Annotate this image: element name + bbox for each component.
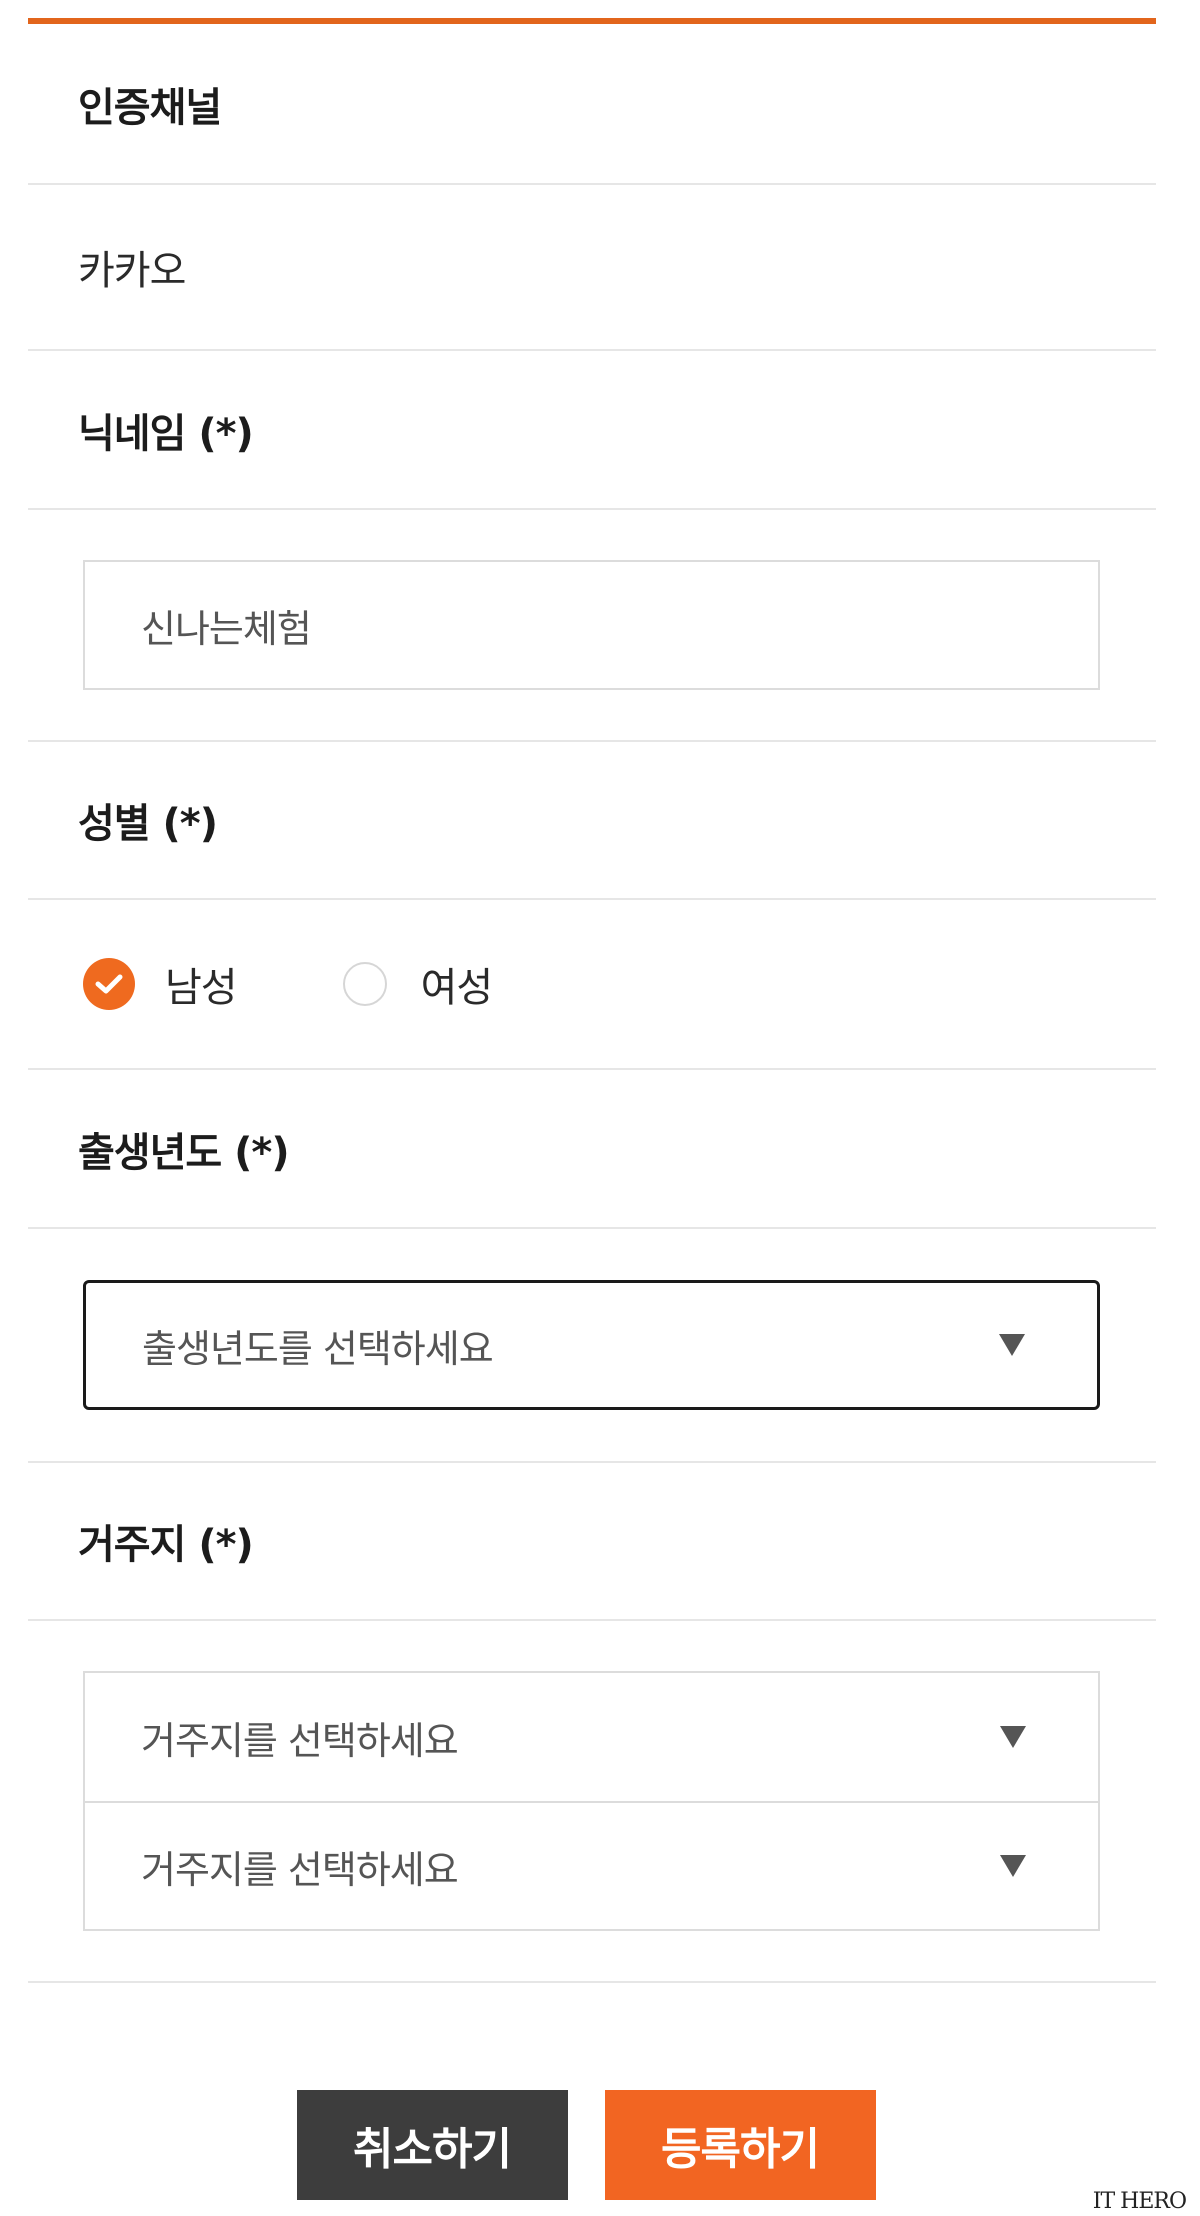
triangle-down-icon — [1000, 1726, 1026, 1748]
signup-form: 인증채널 카카오 닉네임 (*) 신나는체험 성별 (*) 남성 여성 출생년도… — [28, 18, 1156, 1983]
birth-year-select-row: 출생년도를 선택하세요 — [28, 1229, 1156, 1463]
birth-year-select[interactable]: 출생년도를 선택하세요 — [83, 1280, 1100, 1410]
nickname-label-row: 닉네임 (*) — [28, 351, 1156, 510]
gender-radio-group: 남성 여성 — [83, 955, 494, 1013]
gender-options-row: 남성 여성 — [28, 900, 1156, 1070]
gender-label: 성별 (*) — [78, 801, 218, 847]
residence-primary-placeholder: 거주지를 선택하세요 — [141, 1718, 459, 1763]
gender-label-female: 여성 — [420, 965, 494, 1011]
gender-radio-female[interactable]: 여성 — [342, 955, 494, 1013]
radio-empty-icon — [342, 962, 387, 1006]
nickname-input[interactable]: 신나는체험 — [83, 560, 1100, 690]
form-actions: 취소하기 등록하기 — [0, 2090, 1200, 2200]
residence-select-group: 거주지를 선택하세요 거주지를 선택하세요 — [83, 1671, 1100, 1931]
gender-label-row: 성별 (*) — [28, 742, 1156, 900]
triangle-down-icon — [999, 1334, 1025, 1356]
residence-label: 거주지 (*) — [78, 1522, 254, 1568]
auth-channel-label: 인증채널 — [78, 84, 222, 131]
residence-select-secondary[interactable]: 거주지를 선택하세요 — [85, 1801, 1098, 1929]
residence-label-row: 거주지 (*) — [28, 1463, 1156, 1621]
submit-button[interactable]: 등록하기 — [604, 2090, 876, 2200]
gender-radio-male[interactable]: 남성 — [83, 955, 238, 1013]
residence-select-row: 거주지를 선택하세요 거주지를 선택하세요 — [28, 1621, 1156, 1983]
gender-label-male: 남성 — [165, 965, 238, 1011]
nickname-input-value: 신나는체험 — [141, 606, 312, 651]
auth-channel-label-row: 인증채널 — [28, 24, 1156, 185]
nickname-input-row: 신나는체험 — [28, 510, 1156, 742]
nickname-label: 닉네임 (*) — [78, 410, 254, 457]
cancel-button[interactable]: 취소하기 — [296, 2090, 568, 2200]
birth-year-placeholder: 출생년도를 선택하세요 — [142, 1326, 494, 1371]
check-circle-icon — [83, 958, 135, 1010]
residence-select-primary[interactable]: 거주지를 선택하세요 — [85, 1673, 1098, 1801]
auth-channel-value-row: 카카오 — [28, 185, 1156, 351]
residence-secondary-placeholder: 거주지를 선택하세요 — [141, 1847, 459, 1892]
watermark: IT HERO — [1092, 2189, 1187, 2214]
triangle-down-icon — [1000, 1855, 1026, 1877]
auth-channel-value: 카카오 — [78, 248, 186, 294]
birth-year-label-row: 출생년도 (*) — [28, 1070, 1156, 1229]
birth-year-label: 출생년도 (*) — [78, 1129, 290, 1176]
